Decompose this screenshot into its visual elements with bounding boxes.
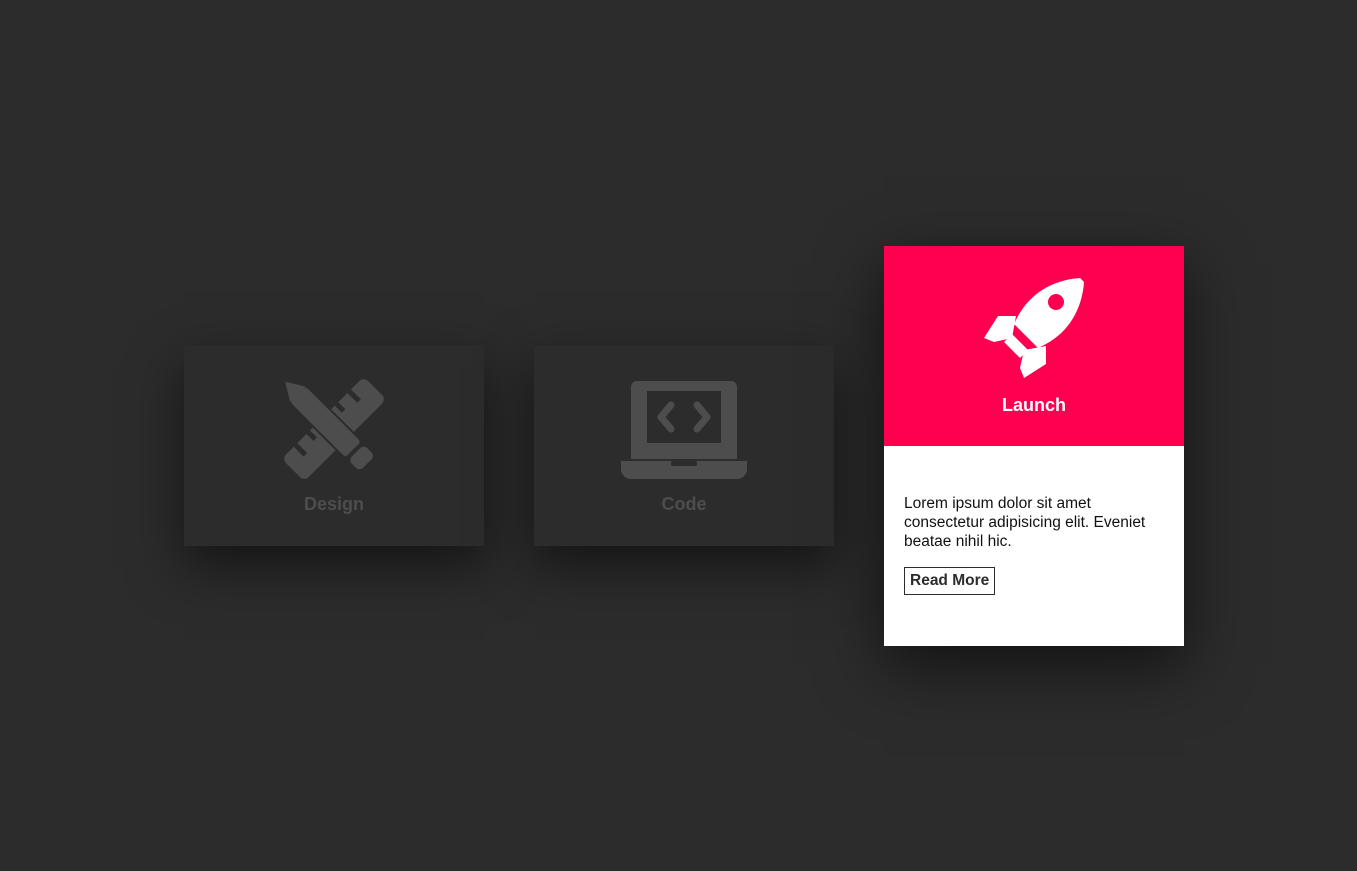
card-launch[interactable]: Launch Lorem ipsum dolor sit amet consec… xyxy=(884,246,1184,646)
card-design[interactable]: Design xyxy=(184,346,484,546)
read-more-button[interactable]: Read More xyxy=(904,567,996,595)
card-launch-header: Launch xyxy=(884,246,1184,446)
card-launch-description: Lorem ipsum dolor sit amet consectetur a… xyxy=(904,495,1146,550)
card-title-code: Code xyxy=(661,494,707,514)
cards-stage: Design Code Launch Lorem ipsum dolor sit… xyxy=(0,0,1357,871)
pencil-ruler-icon xyxy=(282,377,386,486)
card-title-design: Design xyxy=(303,494,364,514)
rocket-icon xyxy=(982,276,1086,385)
card-code[interactable]: Code xyxy=(534,346,834,546)
laptop-code-icon xyxy=(619,377,749,486)
card-launch-body: Lorem ipsum dolor sit amet consectetur a… xyxy=(884,446,1184,646)
card-title-launch: Launch xyxy=(1001,395,1066,415)
